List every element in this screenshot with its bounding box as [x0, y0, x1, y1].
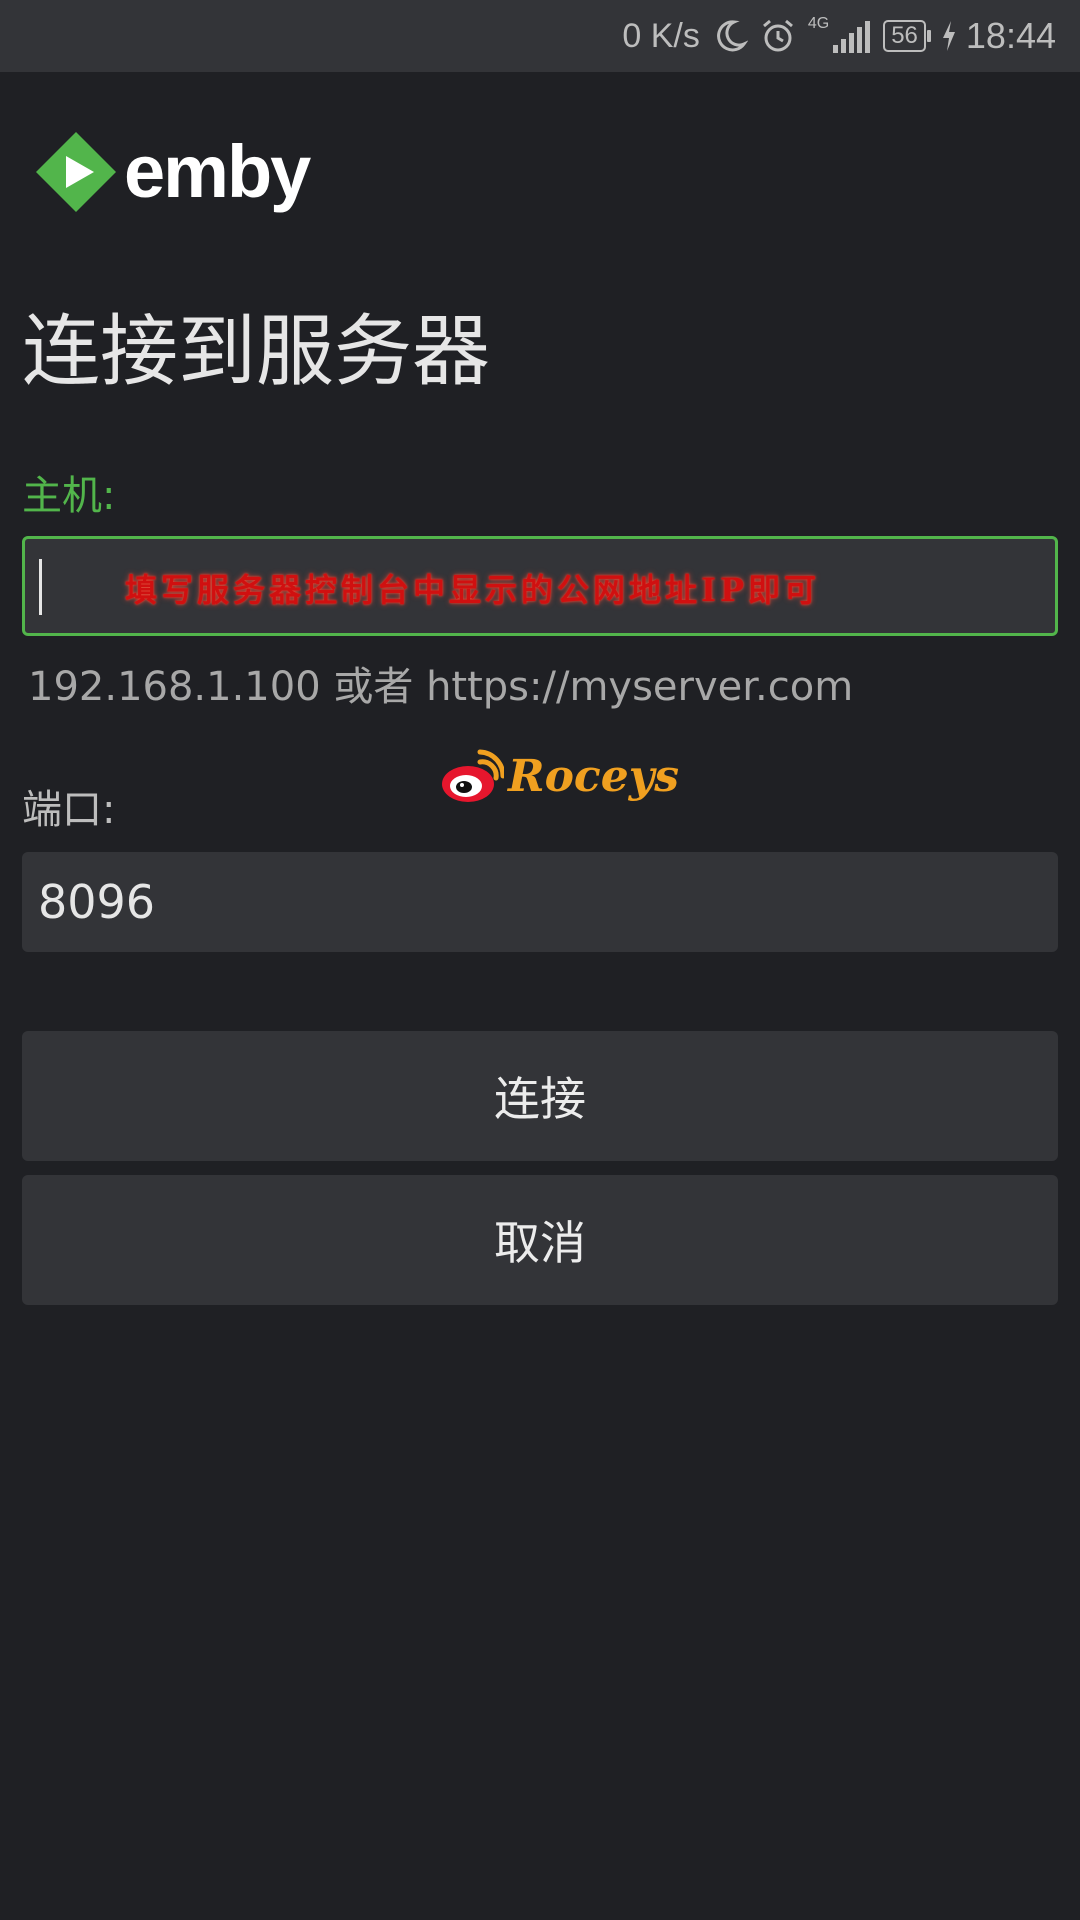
port-value: 8096 — [38, 875, 156, 929]
emby-logo-icon — [36, 132, 116, 212]
host-annotation: 填写服务器控制台中显示的公网地址IP即可 — [125, 571, 821, 609]
status-bar: 0 K/s 4G 56 18:44 — [0, 0, 1080, 72]
connect-button-label: 连接 — [494, 1072, 586, 1126]
weibo-icon — [442, 749, 504, 802]
connect-button[interactable]: 连接 — [22, 1031, 1058, 1161]
moon-icon — [712, 18, 748, 54]
page-title: 连接到服务器 — [22, 307, 491, 397]
emby-logo-text: emby — [124, 130, 311, 213]
port-input[interactable]: 8096 — [22, 852, 1058, 952]
cancel-button-label: 取消 — [494, 1216, 586, 1270]
signal-icon: 4G — [808, 15, 871, 53]
port-label: 端口: — [22, 787, 116, 833]
watermark-text: Roceys — [508, 750, 680, 802]
clock: 18:44 — [965, 15, 1056, 56]
battery-level: 56 — [891, 22, 918, 49]
host-input[interactable]: 填写服务器控制台中显示的公网地址IP即可 — [22, 536, 1058, 636]
host-hint: 192.168.1.100 或者 https://myserver.com — [28, 664, 854, 710]
network-type: 4G — [807, 15, 830, 32]
charging-icon — [940, 20, 958, 52]
watermark: Roceys — [440, 748, 679, 804]
cancel-button[interactable]: 取消 — [22, 1175, 1058, 1305]
net-speed: 0 K/s — [622, 16, 700, 55]
host-label: 主机: — [22, 473, 116, 519]
text-caret — [39, 559, 42, 615]
battery-icon: 56 — [883, 20, 931, 52]
alarm-icon — [760, 18, 796, 54]
emby-logo: emby — [34, 130, 311, 214]
